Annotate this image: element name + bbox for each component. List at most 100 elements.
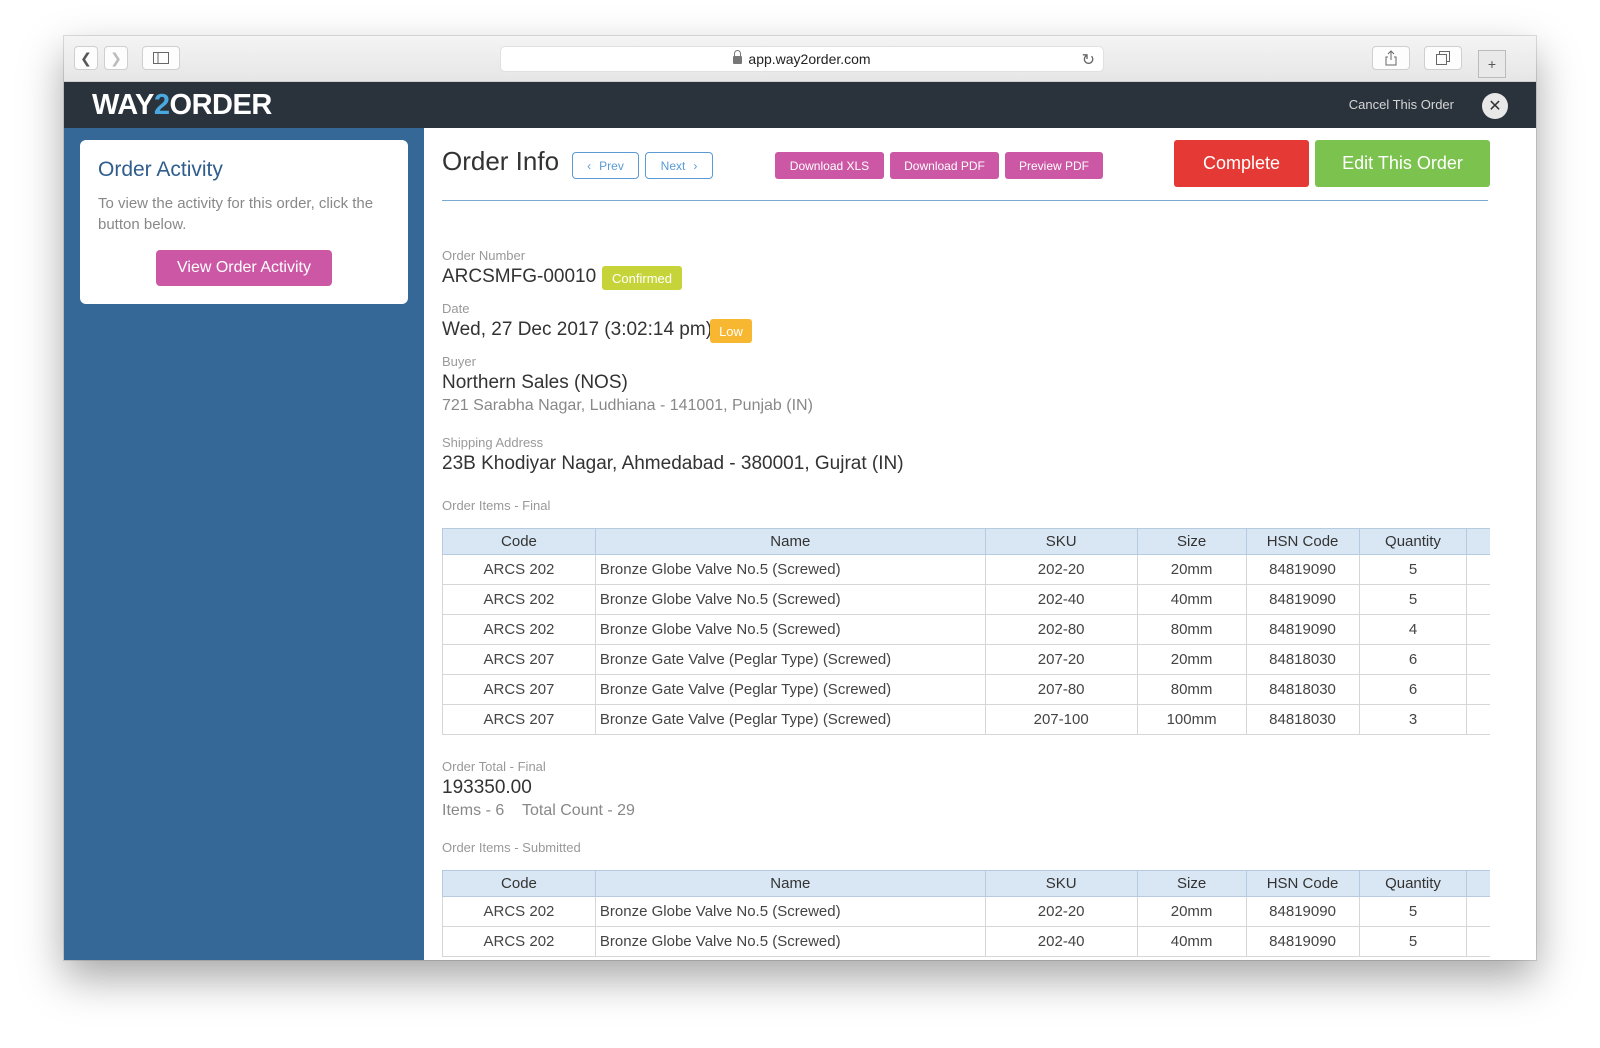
item-code: ARCS 202: [442, 896, 596, 927]
order-activity-text: To view the activity for this order, cli…: [98, 195, 374, 233]
app-header: WAY2ORDER Cancel This Order ✕: [64, 82, 1536, 128]
item-size: 40mm: [1136, 584, 1247, 615]
item-code: ARCS 207: [442, 644, 596, 675]
item-quantity: 5: [1358, 554, 1467, 585]
column-header-name[interactable]: Name: [594, 870, 986, 897]
table-row[interactable]: ARCS 202 Bronze Globe Valve No.5 (Screwed…: [442, 896, 1490, 927]
edit-order-button[interactable]: Edit This Order: [1315, 140, 1490, 187]
shipping-address: 23B Khodiyar Nagar, Ahmedabad - 380001, …: [442, 453, 904, 474]
item-quantity: 3: [1358, 704, 1467, 735]
column-header-code[interactable]: Code: [442, 870, 596, 897]
item-name: Bronze Globe Valve No.5 (Screwed): [594, 614, 986, 645]
reload-icon[interactable]: ↻: [1082, 50, 1095, 70]
item-sku: 202-40: [984, 926, 1138, 957]
preview-pdf-button[interactable]: Preview PDF: [1005, 152, 1103, 179]
browser-window: ❮ ❯ app.way2order.com ↻ + WAY2ORDER Canc…: [64, 36, 1536, 960]
submitted-items-table: Code Name SKU Size HSN Code Quantity ARC…: [442, 870, 1490, 957]
item-name: Bronze Gate Valve (Peglar Type) (Screwed…: [594, 674, 986, 705]
item-name: Bronze Gate Valve (Peglar Type) (Screwed…: [594, 704, 986, 735]
table-row[interactable]: ARCS 202 Bronze Globe Valve No.5 (Screwed…: [442, 614, 1490, 645]
address-bar[interactable]: app.way2order.com ↻: [500, 46, 1104, 72]
next-label: Next: [660, 158, 686, 173]
final-items-label: Order Items - Final: [442, 498, 551, 513]
tabs-icon[interactable]: [1424, 46, 1462, 70]
item-name: Bronze Globe Valve No.5 (Screwed): [594, 926, 986, 957]
item-hsn: 84819090: [1245, 554, 1360, 585]
url-text: app.way2order.com: [748, 51, 871, 67]
item-name: Bronze Gate Valve (Peglar Type) (Screwed…: [594, 644, 986, 675]
item-sku: 202-80: [984, 614, 1138, 645]
buyer-name: Northern Sales (NOS): [442, 372, 628, 393]
item-hsn: 84818030: [1245, 674, 1360, 705]
item-size: 20mm: [1136, 644, 1247, 675]
download-pdf-button[interactable]: Download PDF: [890, 152, 999, 179]
item-code: ARCS 202: [442, 584, 596, 615]
way2order-logo[interactable]: WAY2ORDER: [92, 89, 272, 122]
item-sku: 202-40: [984, 584, 1138, 615]
item-code: ARCS 207: [442, 704, 596, 735]
item-sku: 202-20: [984, 554, 1138, 585]
item-hsn: 84819090: [1245, 584, 1360, 615]
column-header-hsn[interactable]: HSN Code: [1245, 870, 1360, 897]
column-header-sku[interactable]: SKU: [984, 870, 1138, 897]
item-name: Bronze Globe Valve No.5 (Screwed): [594, 584, 986, 615]
table-row[interactable]: ARCS 207 Bronze Gate Valve (Peglar Type) …: [442, 674, 1490, 705]
close-icon[interactable]: ✕: [1482, 93, 1508, 119]
item-code: ARCS 202: [442, 614, 596, 645]
item-extra-cell: [1466, 614, 1490, 645]
items-count: Items - 6: [442, 802, 505, 819]
order-total-label: Order Total - Final: [442, 759, 546, 774]
date-value: Wed, 27 Dec 2017 (3:02:14 pm): [442, 319, 713, 340]
item-size: 100mm: [1136, 704, 1247, 735]
table-row[interactable]: ARCS 202 Bronze Globe Valve No.5 (Screwed…: [442, 554, 1490, 585]
next-button[interactable]: Next ›: [645, 152, 713, 179]
item-quantity: 6: [1358, 674, 1467, 705]
chevron-right-icon: ›: [693, 158, 698, 173]
item-extra-cell: [1466, 674, 1490, 705]
priority-badge: Low: [710, 319, 752, 343]
sidebar-toggle-icon[interactable]: [142, 46, 180, 70]
sidebar: Order Activity To view the activity for …: [64, 128, 424, 960]
item-code: ARCS 202: [442, 554, 596, 585]
share-icon[interactable]: [1372, 46, 1410, 70]
order-activity-card: Order Activity To view the activity for …: [80, 140, 408, 304]
divider: [442, 200, 1488, 201]
item-name: Bronze Globe Valve No.5 (Screwed): [594, 554, 986, 585]
column-header-quantity[interactable]: Quantity: [1358, 870, 1468, 897]
chevron-left-icon: ‹: [587, 158, 592, 173]
table-row[interactable]: ARCS 207 Bronze Gate Valve (Peglar Type) …: [442, 704, 1490, 735]
item-extra-cell: [1466, 704, 1490, 735]
item-hsn: 84819090: [1245, 614, 1360, 645]
item-extra-cell: [1466, 926, 1490, 957]
back-icon[interactable]: ❮: [74, 46, 98, 70]
browser-toolbar: ❮ ❯ app.way2order.com ↻ +: [64, 36, 1536, 82]
logo-text-way: WAY: [92, 89, 154, 121]
table-row[interactable]: ARCS 202 Bronze Globe Valve No.5 (Screwed…: [442, 584, 1490, 615]
view-order-activity-button[interactable]: View Order Activity: [156, 250, 332, 286]
table-row[interactable]: ARCS 207 Bronze Gate Valve (Peglar Type) …: [442, 644, 1490, 675]
download-xls-button[interactable]: Download XLS: [775, 152, 884, 179]
item-hsn: 84818030: [1245, 644, 1360, 675]
order-total-value: 193350.00: [442, 777, 532, 798]
column-header-size[interactable]: Size: [1136, 528, 1247, 555]
date-label: Date: [442, 301, 470, 316]
forward-icon[interactable]: ❯: [104, 46, 128, 70]
logo-text-order: ORDER: [169, 89, 273, 121]
column-header-extra: [1466, 870, 1490, 897]
complete-button[interactable]: Complete: [1174, 140, 1309, 187]
table-row[interactable]: ARCS 202 Bronze Globe Valve No.5 (Screwed…: [442, 926, 1490, 957]
item-extra-cell: [1466, 554, 1490, 585]
cancel-order-link[interactable]: Cancel This Order: [1349, 97, 1454, 112]
column-header-name[interactable]: Name: [594, 528, 986, 555]
buyer-address: 721 Sarabha Nagar, Ludhiana - 141001, Pu…: [442, 397, 813, 414]
prev-button[interactable]: ‹ Prev: [572, 152, 639, 179]
column-header-code[interactable]: Code: [442, 528, 596, 555]
item-quantity: 5: [1358, 896, 1467, 927]
column-header-sku[interactable]: SKU: [984, 528, 1138, 555]
column-header-quantity[interactable]: Quantity: [1358, 528, 1468, 555]
new-tab-icon[interactable]: +: [1478, 50, 1506, 78]
column-header-extra: [1466, 528, 1490, 555]
column-header-size[interactable]: Size: [1136, 870, 1247, 897]
order-info-panel: Order Info ‹ Prev Next › Download XLS Do…: [440, 128, 1490, 960]
column-header-hsn[interactable]: HSN Code: [1245, 528, 1360, 555]
